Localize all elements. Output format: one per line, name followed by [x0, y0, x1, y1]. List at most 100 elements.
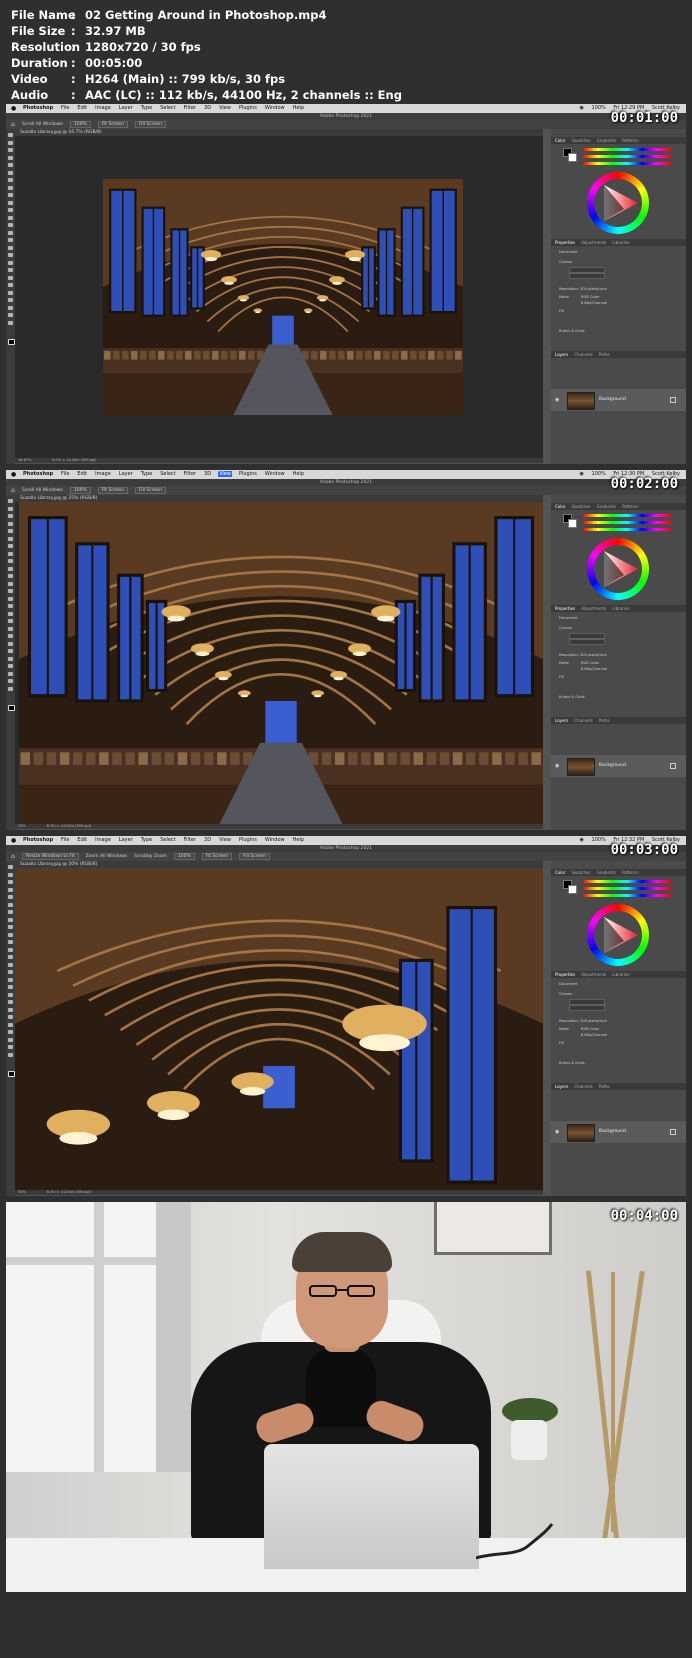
- panel-tab[interactable]: Patterns: [622, 870, 638, 875]
- tool-icon[interactable]: [8, 260, 13, 265]
- tool-icon[interactable]: [8, 208, 13, 212]
- tool-icon[interactable]: [8, 215, 13, 220]
- panel-tab[interactable]: Patterns: [622, 504, 638, 509]
- tool-icon[interactable]: [8, 872, 13, 877]
- option-100-[interactable]: 100%: [69, 121, 91, 128]
- color-slider[interactable]: [583, 148, 671, 151]
- battery-label[interactable]: 100%: [592, 105, 606, 111]
- menu-select[interactable]: Select: [159, 471, 176, 477]
- tool-icon[interactable]: [8, 1045, 13, 1049]
- home-icon[interactable]: ⌂: [11, 852, 15, 861]
- option-100-[interactable]: 100%: [173, 853, 195, 860]
- menu-plugins[interactable]: Plugins: [238, 471, 258, 477]
- tool-icon[interactable]: [8, 679, 13, 683]
- option-resize-windows-to-fit[interactable]: Resize Windows to Fit: [22, 853, 79, 860]
- tool-icon[interactable]: [8, 955, 13, 959]
- panel-tab[interactable]: Swatches: [571, 504, 590, 509]
- tool-icon[interactable]: [8, 641, 13, 646]
- panel-tab[interactable]: Color: [555, 504, 565, 509]
- panel-tab[interactable]: Libraries: [612, 606, 629, 611]
- color-wheel[interactable]: [587, 904, 649, 966]
- tool-icon[interactable]: [8, 275, 13, 280]
- menu-help[interactable]: Help: [292, 837, 305, 843]
- library-photo[interactable]: [103, 179, 463, 415]
- panel-tab[interactable]: Properties: [555, 240, 575, 245]
- panel-tab[interactable]: Layers: [555, 718, 568, 723]
- menu-view[interactable]: View: [218, 837, 232, 843]
- tool-icon[interactable]: [8, 910, 13, 914]
- home-icon[interactable]: ⌂: [11, 120, 15, 129]
- tool-icon[interactable]: [8, 977, 13, 982]
- tool-icon[interactable]: [8, 1000, 13, 1004]
- panel-tab[interactable]: Patterns: [622, 138, 638, 143]
- tool-icon[interactable]: [8, 499, 13, 503]
- menu-photoshop[interactable]: Photoshop: [22, 471, 54, 477]
- wifi-icon[interactable]: ◉: [580, 105, 584, 111]
- tool-icon[interactable]: [8, 589, 13, 593]
- tool-icon[interactable]: [8, 574, 13, 578]
- panel-tab[interactable]: Adjustments: [581, 972, 606, 977]
- tool-icon[interactable]: [8, 514, 13, 518]
- panel-tab[interactable]: Adjustments: [581, 606, 606, 611]
- color-wheel[interactable]: [587, 172, 649, 234]
- canvas-area[interactable]: [15, 502, 543, 824]
- menu-layer[interactable]: Layer: [118, 471, 134, 477]
- menu-edit[interactable]: Edit: [76, 837, 88, 843]
- option-fill-screen[interactable]: Fill Screen: [134, 121, 166, 128]
- zoom-status[interactable]: 50%: [15, 1190, 26, 1194]
- document-tab[interactable]: Suzallo Library.jpg @ 16.7% (RGB/8): [15, 129, 543, 136]
- tool-icon[interactable]: [8, 902, 13, 907]
- tool-icon[interactable]: [8, 283, 13, 287]
- tool-icon[interactable]: [8, 238, 13, 242]
- tool-icon[interactable]: [8, 148, 13, 152]
- layer-row-background[interactable]: ◉ Background: [551, 1121, 686, 1143]
- tool-icon[interactable]: [8, 611, 13, 616]
- tool-icon[interactable]: [8, 880, 13, 884]
- menu-plugins[interactable]: Plugins: [238, 105, 258, 111]
- panel-tab[interactable]: Gradients: [597, 870, 617, 875]
- tool-icon[interactable]: [8, 992, 13, 997]
- tool-icon[interactable]: [8, 178, 13, 182]
- menu-type[interactable]: Type: [140, 471, 153, 477]
- layer-row-background[interactable]: ◉ Background: [551, 389, 686, 411]
- wifi-icon[interactable]: ◉: [580, 471, 584, 477]
- tool-icon[interactable]: [8, 170, 13, 175]
- tool-icon[interactable]: [8, 947, 13, 952]
- menu-type[interactable]: Type: [140, 837, 153, 843]
- menu-window[interactable]: Window: [264, 471, 286, 477]
- menu-select[interactable]: Select: [159, 837, 176, 843]
- tool-icon[interactable]: [8, 559, 13, 563]
- tool-icon[interactable]: [8, 253, 13, 257]
- tool-icon[interactable]: [8, 1007, 13, 1012]
- color-slider[interactable]: [583, 894, 671, 897]
- tool-icon[interactable]: [8, 140, 13, 145]
- menu-3d[interactable]: 3D: [203, 471, 212, 477]
- menu-plugins[interactable]: Plugins: [238, 837, 258, 843]
- panel-tab[interactable]: Paths: [599, 352, 610, 357]
- tool-icon[interactable]: [8, 193, 13, 197]
- tool-icon[interactable]: [8, 290, 13, 295]
- lock-icon[interactable]: [670, 1129, 676, 1135]
- tool-icon[interactable]: [8, 664, 13, 668]
- option-fit-screen[interactable]: Fit Screen: [97, 121, 128, 128]
- option-scroll-all-windows[interactable]: Scroll All Windows: [22, 488, 63, 493]
- panel-tab[interactable]: Channels: [574, 352, 593, 357]
- menu-filter[interactable]: Filter: [183, 471, 197, 477]
- tool-icon[interactable]: [8, 1052, 13, 1057]
- document-tab[interactable]: Suzallo Library.jpg @ 50% (RGB/8): [15, 861, 543, 868]
- tool-icon[interactable]: [8, 298, 13, 302]
- tool-icon[interactable]: [8, 895, 13, 899]
- tool-icon[interactable]: [8, 970, 13, 974]
- panel-tab[interactable]: Gradients: [597, 504, 617, 509]
- menu-image[interactable]: Image: [94, 837, 112, 843]
- panel-tab[interactable]: Color: [555, 138, 565, 143]
- doc-status[interactable]: 8.7in × 14.04in (300 ppi): [49, 458, 96, 462]
- color-triangle[interactable]: [594, 911, 642, 959]
- tool-icon[interactable]: [8, 1015, 13, 1019]
- panel-tab[interactable]: Properties: [555, 972, 575, 977]
- tool-icon[interactable]: [8, 230, 13, 235]
- tool-icon[interactable]: [8, 268, 13, 272]
- menu-file[interactable]: File: [60, 471, 70, 477]
- menu-image[interactable]: Image: [94, 471, 112, 477]
- color-slider[interactable]: [583, 521, 671, 524]
